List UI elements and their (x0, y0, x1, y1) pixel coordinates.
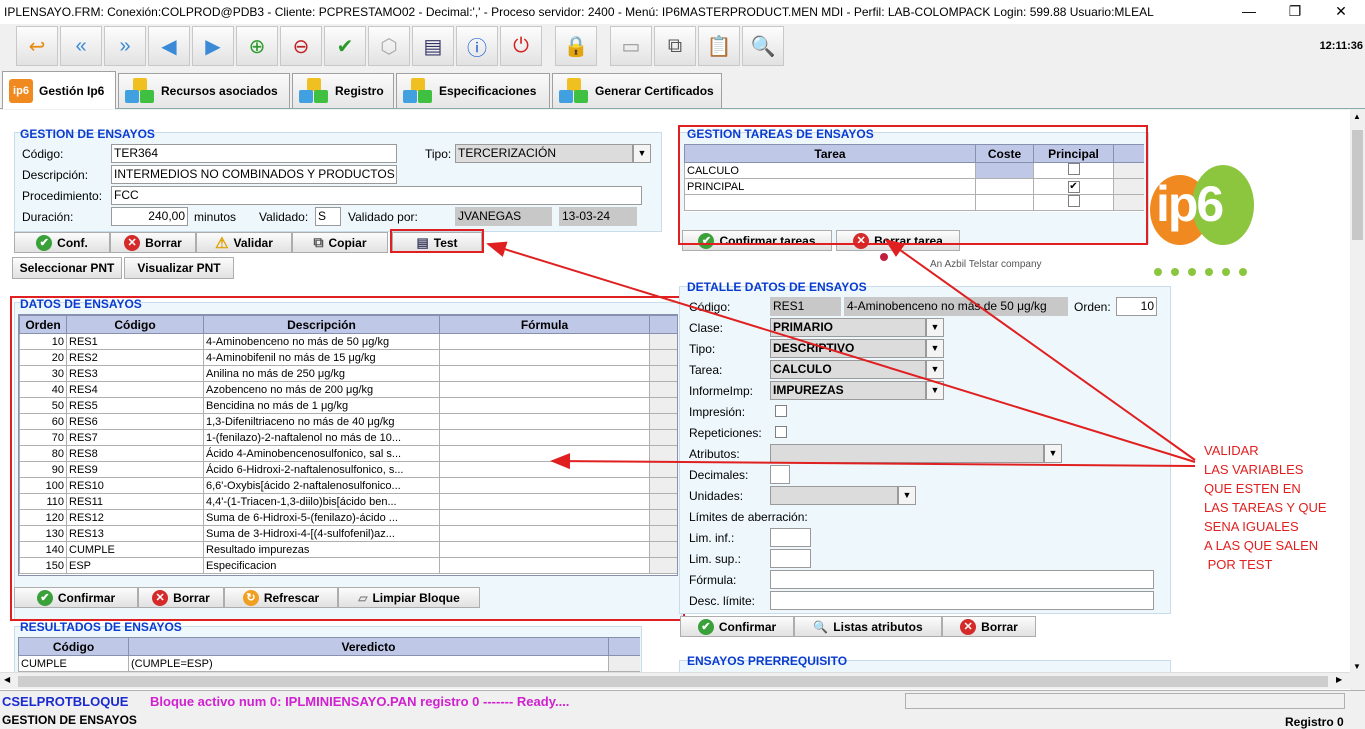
scroll-thumb[interactable] (18, 676, 1328, 687)
annotation-arrows (486, 238, 1196, 470)
status-block: CSELPROTBLOQUE (2, 694, 129, 709)
status-bar: CSELPROTBLOQUE Bloque activo num 0: IPLM… (0, 690, 1365, 729)
scroll-thumb[interactable] (1352, 130, 1363, 240)
status-pane (905, 693, 1345, 709)
scroll-down-icon[interactable]: ▼ (1353, 662, 1361, 671)
arrow-to-test (486, 241, 1196, 463)
vertical-scrollbar[interactable]: ▲ ▼ (1350, 110, 1365, 690)
status-message: Bloque activo num 0: IPLMINIENSAYO.PAN r… (150, 694, 570, 709)
status-form: GESTION DE ENSAYOS (2, 713, 137, 727)
arrow-to-datos (550, 453, 1196, 470)
scroll-up-icon[interactable]: ▲ (1353, 112, 1361, 121)
horizontal-scrollbar[interactable]: ◀ ▶ (0, 672, 1350, 689)
status-registro: Registro 0 (1285, 715, 1344, 729)
arrow-to-tareas (884, 238, 1196, 461)
scroll-left-icon[interactable]: ◀ (4, 675, 10, 684)
scroll-right-icon[interactable]: ▶ (1336, 675, 1342, 684)
